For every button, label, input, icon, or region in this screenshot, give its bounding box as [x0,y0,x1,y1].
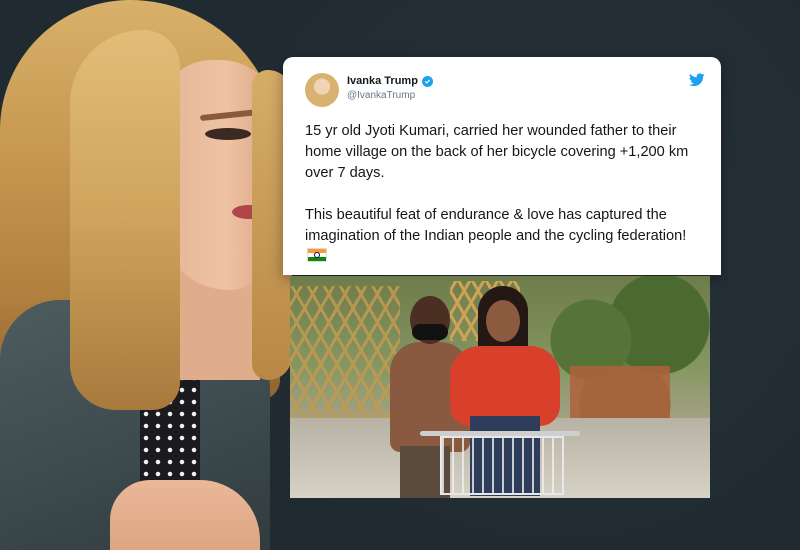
author-handle[interactable]: @IvankaTrump [347,90,415,101]
portrait-photo [0,0,300,550]
tweet-text: 15 yr old Jyoti Kumari, carried her woun… [305,121,705,289]
portrait-eye [205,128,251,140]
verified-badge-icon [421,75,433,87]
father-mask [412,324,448,340]
bicycle-basket [440,436,564,495]
photo-fence [290,286,400,426]
india-flag-icon [307,248,327,262]
tweet-photo[interactable] [290,276,710,498]
avatar[interactable] [305,73,339,107]
girl-scarf [450,346,560,426]
author-name[interactable]: Ivanka Trump [347,75,418,87]
tweet-card: Ivanka Trump @IvankaTrump 15 yr old Jyot… [283,57,721,275]
tweet-paragraph-1: 15 yr old Jyoti Kumari, carried her woun… [305,123,689,181]
tweet-paragraph-2: This beautiful feat of endurance & love … [305,205,705,268]
twitter-bird-icon[interactable] [689,73,705,87]
tweet-paragraph-2-text: This beautiful feat of endurance & love … [305,207,687,244]
portrait-hair-front [70,30,180,410]
girl-face [486,300,520,342]
author-name-row: Ivanka Trump [347,75,433,87]
